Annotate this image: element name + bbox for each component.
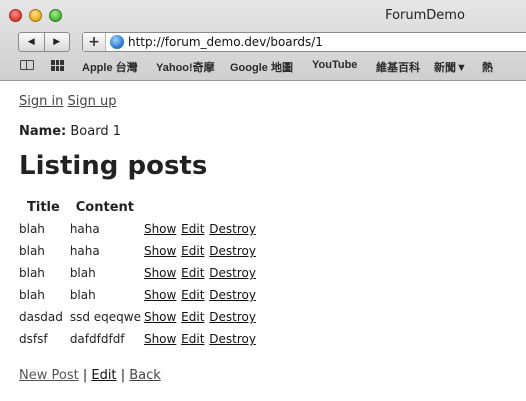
table-row: blah blah Show Edit Destroy: [19, 284, 259, 306]
globe-icon: [110, 35, 124, 49]
show-link[interactable]: Show: [144, 310, 176, 324]
post-title: blah: [19, 222, 45, 236]
destroy-link[interactable]: Destroy: [209, 310, 256, 324]
post-content: ssd eqeqwe: [69, 310, 141, 324]
add-bookmark-button[interactable]: +: [83, 33, 106, 51]
post-content: blah: [69, 288, 96, 302]
destroy-link[interactable]: Destroy: [209, 222, 256, 236]
post-actions: Show Edit Destroy: [144, 262, 259, 284]
post-actions: Show Edit Destroy: [144, 328, 259, 350]
edit-link[interactable]: Edit: [181, 310, 204, 324]
bookmark-item[interactable]: 熱: [482, 59, 493, 75]
table-row: blah haha Show Edit Destroy: [19, 218, 259, 240]
sign-up-link[interactable]: Sign up: [67, 94, 116, 109]
post-content: haha: [69, 222, 100, 236]
post-actions: Show Edit Destroy: [144, 306, 259, 328]
back-link[interactable]: Back: [129, 368, 161, 383]
post-content: blah: [69, 266, 96, 280]
destroy-link[interactable]: Destroy: [209, 266, 256, 280]
window-title: ForumDemo: [385, 8, 465, 23]
post-content: haha: [69, 244, 100, 258]
separator: |: [120, 368, 126, 383]
post-title: blah: [19, 288, 45, 302]
posts-table: Title Content blah haha Show Edit Destro…: [19, 196, 259, 350]
browser-chrome: ForumDemo ◀ ▶ + http://forum_demo.dev/bo…: [0, 0, 526, 81]
post-actions: Show Edit Destroy: [144, 218, 259, 240]
sign-in-link[interactable]: Sign in: [19, 94, 63, 109]
minimize-window-button[interactable]: [29, 9, 42, 22]
edit-link[interactable]: Edit: [181, 222, 204, 236]
bookmark-item[interactable]: Google 地圖: [230, 59, 293, 75]
show-link[interactable]: Show: [144, 222, 176, 236]
bookmark-item[interactable]: Apple 台灣: [82, 59, 138, 75]
bookmarks-book-icon[interactable]: [20, 60, 34, 70]
table-row: dsfsf dafdfdfdf Show Edit Destroy: [19, 328, 259, 350]
bookmarks-bar: Apple 台灣 Yahoo!奇摩 Google 地圖 YouTube 維基百科…: [0, 56, 526, 78]
nav-buttons: ◀ ▶: [18, 32, 70, 52]
top-sites-grid-icon[interactable]: [51, 60, 64, 71]
show-link[interactable]: Show: [144, 332, 176, 346]
page-title: Listing posts: [19, 151, 208, 181]
post-title: blah: [19, 244, 45, 258]
edit-link[interactable]: Edit: [181, 332, 204, 346]
show-link[interactable]: Show: [144, 244, 176, 258]
separator: |: [82, 368, 88, 383]
address-bar[interactable]: + http://forum_demo.dev/boards/1: [82, 32, 526, 52]
close-window-button[interactable]: [9, 9, 22, 22]
forward-arrow-icon[interactable]: ▶: [43, 33, 70, 51]
edit-link[interactable]: Edit: [181, 244, 204, 258]
show-link[interactable]: Show: [144, 288, 176, 302]
post-title: dasdad: [19, 310, 63, 324]
table-row: blah haha Show Edit Destroy: [19, 240, 259, 262]
show-link[interactable]: Show: [144, 266, 176, 280]
table-row: dasdad ssd eqeqwe Show Edit Destroy: [19, 306, 259, 328]
footer-links: New Post | Edit | Back: [19, 368, 161, 383]
table-header-row: Title Content: [19, 196, 259, 218]
post-actions: Show Edit Destroy: [144, 240, 259, 262]
edit-link[interactable]: Edit: [181, 266, 204, 280]
new-post-link[interactable]: New Post: [19, 368, 79, 383]
column-header-title: Title: [27, 199, 60, 215]
column-header-actions: [144, 196, 259, 218]
url-field[interactable]: http://forum_demo.dev/boards/1: [128, 35, 323, 49]
zoom-window-button[interactable]: [49, 9, 62, 22]
bookmark-item[interactable]: 維基百科: [376, 59, 420, 75]
board-name-label: Name:: [19, 124, 67, 139]
edit-board-link[interactable]: Edit: [91, 368, 116, 383]
bookmark-item[interactable]: YouTube: [312, 59, 357, 71]
post-title: dsfsf: [19, 332, 48, 346]
edit-link[interactable]: Edit: [181, 288, 204, 302]
post-content: dafdfdfdf: [69, 332, 125, 346]
post-title: blah: [19, 266, 45, 280]
board-name: Name: Board 1: [19, 124, 121, 139]
bookmark-item[interactable]: Yahoo!奇摩: [156, 59, 215, 75]
destroy-link[interactable]: Destroy: [209, 332, 256, 346]
auth-links: Sign in Sign up: [19, 94, 116, 109]
post-actions: Show Edit Destroy: [144, 284, 259, 306]
destroy-link[interactable]: Destroy: [209, 244, 256, 258]
destroy-link[interactable]: Destroy: [209, 288, 256, 302]
board-name-value: Board 1: [70, 124, 121, 139]
back-arrow-icon[interactable]: ◀: [19, 33, 44, 51]
bookmark-item[interactable]: 新聞▼: [434, 59, 467, 75]
column-header-content: Content: [75, 199, 134, 215]
table-row: blah blah Show Edit Destroy: [19, 262, 259, 284]
